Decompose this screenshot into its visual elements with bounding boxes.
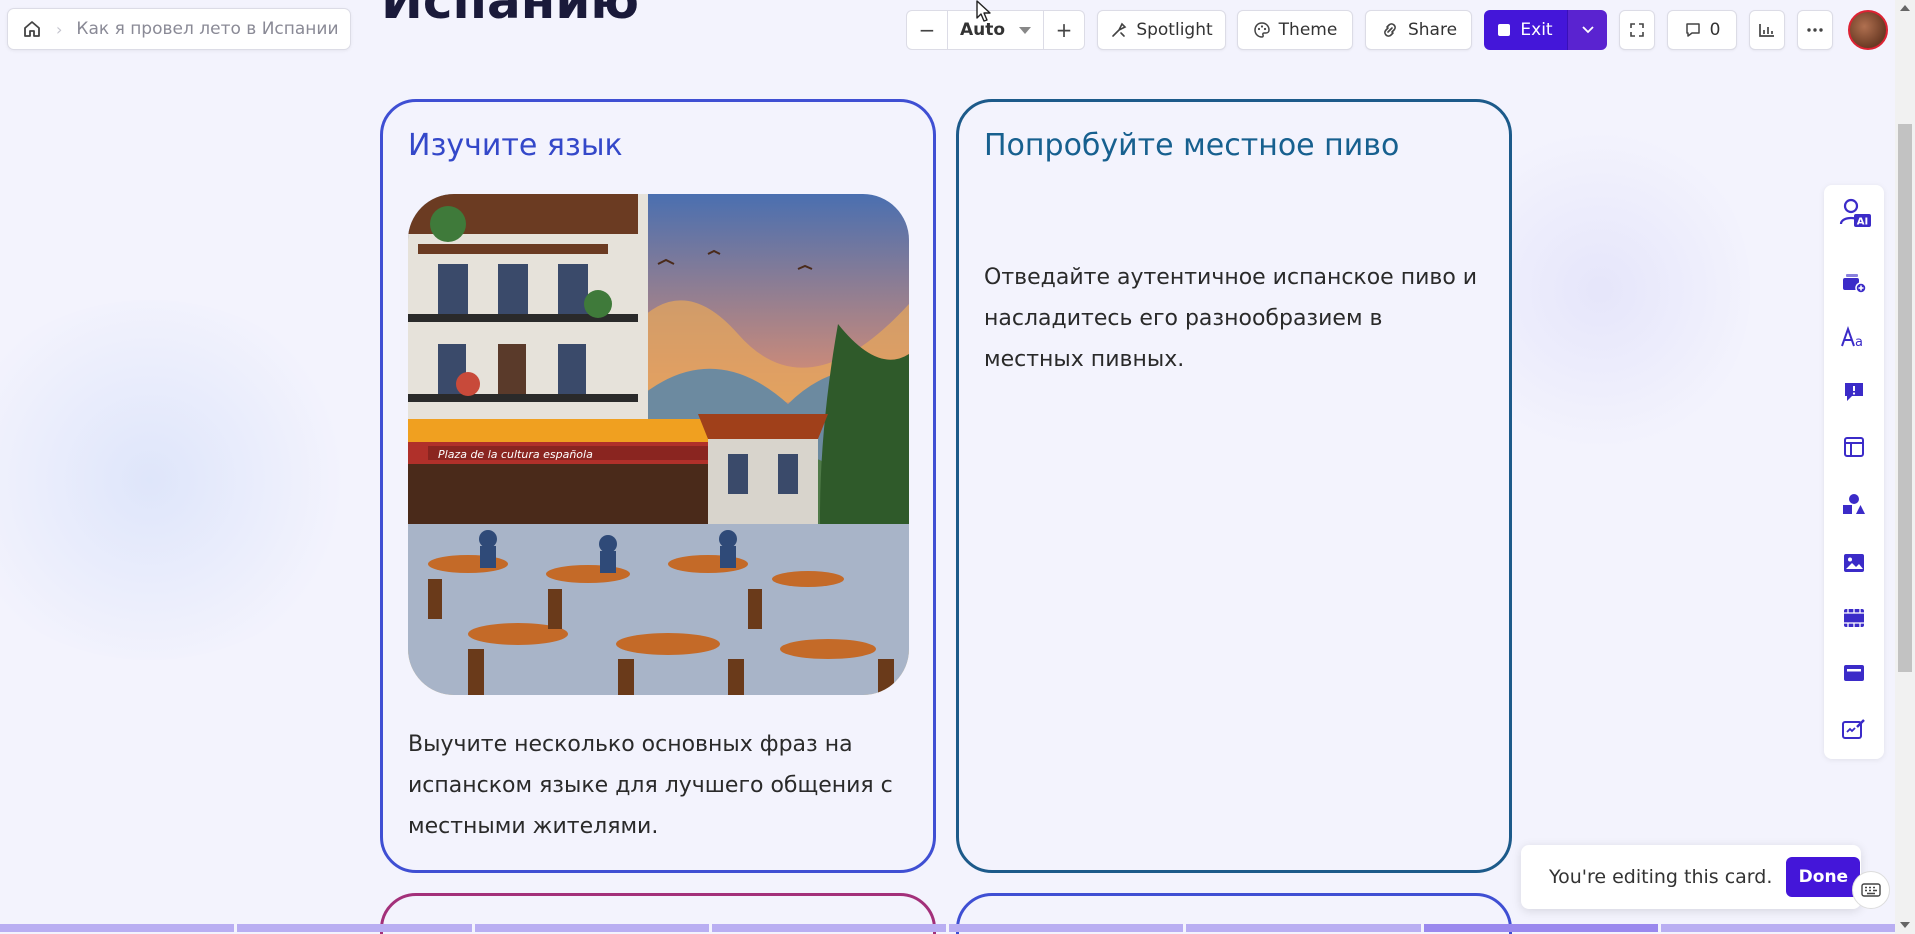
progress-segment[interactable]	[949, 924, 1184, 932]
theme-label: Theme	[1278, 20, 1338, 40]
keyboard-shortcuts-button[interactable]	[1852, 871, 1890, 909]
text-style-icon: a	[1841, 326, 1863, 348]
video-button[interactable]	[1824, 596, 1884, 640]
embed-icon	[1844, 665, 1864, 681]
exit-label: Exit	[1520, 20, 1553, 40]
exit-dropdown-button[interactable]	[1567, 10, 1607, 50]
comment-icon	[1685, 23, 1700, 37]
more-horizontal-icon	[1807, 28, 1823, 32]
user-avatar[interactable]	[1848, 10, 1888, 50]
exit-button-group: Exit	[1484, 10, 1607, 50]
toast-message: You're editing this card.	[1549, 866, 1773, 888]
more-options-button[interactable]	[1797, 10, 1833, 50]
scroll-up-icon[interactable]	[1900, 5, 1910, 11]
image-button[interactable]	[1824, 541, 1884, 585]
image-icon	[1844, 554, 1864, 572]
caret-down-icon	[1019, 26, 1032, 34]
callout-button[interactable]	[1824, 370, 1884, 414]
chevron-right-icon: ›	[56, 19, 63, 39]
progress-segment[interactable]	[237, 924, 472, 932]
top-toolbar: › Как я провел лето в Испании Испанию − …	[0, 0, 1895, 62]
editing-toast: You're editing this card. Done	[1521, 845, 1861, 909]
spanish-cafe-illustration: Plaza de la cultura española	[408, 194, 909, 695]
ai-assistant-button[interactable]: AI	[1824, 191, 1884, 235]
layout-button[interactable]	[1824, 425, 1884, 469]
background-glow	[0, 300, 360, 660]
shapes-button[interactable]	[1824, 482, 1884, 526]
card-learn-language[interactable]: Изучите язык Plaza de la cultura español…	[380, 99, 936, 873]
card-title: Изучите язык	[408, 128, 623, 163]
progress-segment[interactable]	[474, 924, 709, 932]
ai-badge-text: AI	[1857, 217, 1868, 228]
palette-icon	[1253, 22, 1270, 38]
callout-icon	[1845, 383, 1863, 401]
cafe-sign-text: Plaza de la cultura española	[438, 448, 593, 461]
exit-button[interactable]: Exit	[1484, 10, 1567, 50]
home-icon	[24, 21, 40, 37]
cafe-illustration-image[interactable]: Plaza de la cultura española	[408, 194, 909, 695]
layout-icon	[1844, 437, 1864, 457]
breadcrumb: › Как я провел лето в Испании	[7, 8, 351, 50]
page-title: Испанию	[381, 0, 639, 30]
insert-toolbar: AI a	[1824, 185, 1884, 759]
card-body-text: Отведайте аутентичное испанское пиво и н…	[984, 265, 1478, 372]
spotlight-button[interactable]: Spotlight	[1097, 10, 1226, 50]
ai-assistant-icon: AI	[1839, 198, 1871, 228]
progress-segment[interactable]	[1423, 924, 1658, 932]
card-local-beer[interactable]: Попробуйте местное пиво Отведайте аутент…	[956, 99, 1512, 873]
comments-button[interactable]: 0	[1667, 10, 1737, 50]
page-scrollbar[interactable]	[1895, 0, 1915, 934]
spotlight-label: Spotlight	[1136, 20, 1213, 40]
fullscreen-button[interactable]	[1619, 10, 1655, 50]
share-button[interactable]: Share	[1365, 10, 1472, 50]
breadcrumb-current[interactable]: Как я провел лето в Испании	[76, 19, 338, 39]
keyboard-icon	[1861, 883, 1881, 897]
chevron-down-icon	[1581, 26, 1594, 34]
done-button[interactable]: Done	[1786, 857, 1861, 897]
form-icon	[1842, 719, 1865, 739]
scroll-thumb[interactable]	[1898, 124, 1912, 672]
add-card-icon	[1843, 274, 1867, 294]
theme-button[interactable]: Theme	[1237, 10, 1353, 50]
card-progress-strip	[0, 924, 1895, 932]
progress-segment[interactable]	[0, 924, 235, 932]
card-body-text: Выучите несколько основных фраз на испан…	[408, 732, 893, 839]
share-label: Share	[1407, 20, 1458, 40]
add-card-button[interactable]	[1824, 261, 1884, 305]
zoom-control: − Auto +	[906, 10, 1085, 50]
mouse-cursor-icon	[976, 0, 991, 22]
shapes-icon	[1843, 494, 1865, 514]
analytics-button[interactable]	[1749, 10, 1785, 50]
text-style-button[interactable]: a	[1824, 315, 1884, 359]
scroll-down-icon[interactable]	[1900, 922, 1910, 928]
stop-icon	[1498, 24, 1511, 36]
spotlight-icon	[1112, 22, 1127, 37]
form-button[interactable]	[1824, 707, 1884, 751]
fullscreen-icon	[1630, 23, 1644, 37]
home-button[interactable]	[8, 9, 56, 49]
link-icon	[1384, 23, 1396, 37]
comments-count: 0	[1709, 20, 1721, 40]
zoom-select[interactable]: Auto	[947, 11, 1044, 49]
zoom-in-button[interactable]: +	[1044, 11, 1084, 49]
card-title: Попробуйте местное пиво	[984, 128, 1400, 163]
video-icon	[1844, 609, 1864, 627]
progress-segment[interactable]	[1186, 924, 1421, 932]
bar-chart-icon	[1759, 24, 1774, 37]
progress-segment[interactable]	[1660, 924, 1895, 932]
svg-text:a: a	[1855, 335, 1863, 348]
embed-button[interactable]	[1824, 651, 1884, 695]
zoom-out-button[interactable]: −	[907, 11, 947, 49]
progress-segment[interactable]	[711, 924, 946, 932]
